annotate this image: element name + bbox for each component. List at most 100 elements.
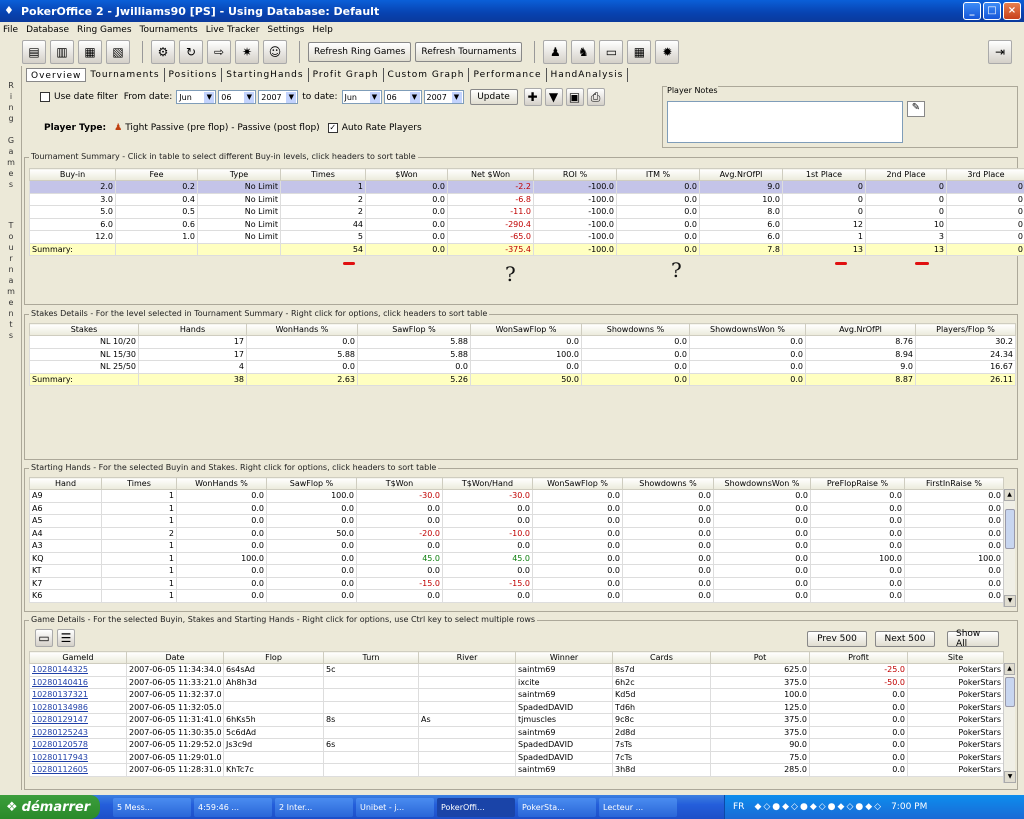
- table-row[interactable]: K7 1 0.0 0.0 -15.0 -15.0 0.0 0.0 0.0 0.0 0.0: [29, 576, 1004, 590]
- tournament-col-header[interactable]: 3rd Place: [946, 168, 1024, 181]
- taskbar-item-unibet[interactable]: Unibet - j...: [356, 797, 434, 817]
- stakes-table[interactable]: Stakes Hands WonHands % SawFlop % WonSawFlop…: [29, 323, 1016, 386]
- menu-database[interactable]: Database: [26, 25, 69, 35]
- table-row[interactable]: NL 15/30 17 5.88 5.88 100.0 0.0 0.0 8.94 24.34: [29, 347, 1016, 361]
- table-row[interactable]: KQ 1 100.0 0.0 45.0 45.0 0.0 0.0 0.0 100.0 100.0: [29, 551, 1004, 565]
- hands-col-header[interactable]: Hand: [29, 477, 102, 490]
- table-row[interactable]: 10280117943 2007-06-05 11:29:01.0 SpadedDA…: [29, 750, 1004, 764]
- menu-tournaments[interactable]: Tournaments: [140, 25, 198, 35]
- tournament-col-header[interactable]: 2nd Place: [865, 168, 947, 181]
- tab-tournaments[interactable]: Tournaments: [86, 68, 165, 82]
- vtab-tournaments[interactable]: T o u r n a m e n t s: [2, 220, 20, 341]
- maximize-button[interactable]: □: [983, 2, 1001, 20]
- from-month-select[interactable]: Jun: [176, 90, 217, 104]
- tournament-col-header[interactable]: ROI %: [533, 168, 617, 181]
- table-row[interactable]: 5.0 0.5 No Limit 2 0.0 -11.0 -100.0 0.0 8.0 0 0 0: [29, 205, 1024, 219]
- tournament-col-header[interactable]: $Won: [365, 168, 448, 181]
- tournament-col-header[interactable]: Times: [280, 168, 366, 181]
- database-green-icon[interactable]: ▦: [78, 40, 102, 64]
- table-row[interactable]: 10280137321 2007-06-05 11:32:37.0 saintm69…: [29, 688, 1004, 702]
- export-icon[interactable]: ▣: [565, 88, 584, 106]
- player-notes-textarea[interactable]: [667, 101, 903, 143]
- filter-icon[interactable]: ▼: [544, 88, 563, 106]
- stakes-col-header[interactable]: Players/Flop %: [915, 323, 1016, 336]
- taskbar-item-pokeroffice[interactable]: PokerOffi...: [437, 797, 515, 817]
- hands-col-header[interactable]: PreFlopRaise %: [810, 477, 905, 490]
- hands-col-header[interactable]: T$Won/Hand: [442, 477, 533, 490]
- hands-col-header[interactable]: Showdowns %: [622, 477, 714, 490]
- hands-col-header[interactable]: SawFlop %: [266, 477, 357, 490]
- starting-hands-table[interactable]: Hand Times WonHands % SawFlop % T$Won T$Won/H…: [29, 477, 1004, 603]
- monitor-icon[interactable]: ▭: [35, 629, 53, 647]
- summary-row[interactable]: Summary: 38 2.63 5.26 50.0 0.0 0.0 8.87 26.11: [29, 372, 1016, 386]
- games-col-header[interactable]: Winner: [515, 651, 613, 664]
- games-col-header[interactable]: Pot: [710, 651, 810, 664]
- hands-col-header[interactable]: Times: [101, 477, 177, 490]
- taskbar-item-lecteur[interactable]: Lecteur ...: [599, 797, 677, 817]
- database-icon[interactable]: ▤: [22, 40, 46, 64]
- tools-icon[interactable]: ✷: [235, 40, 259, 64]
- stakes-col-header[interactable]: Avg.NrOfPl: [805, 323, 916, 336]
- table-row[interactable]: A6 1 0.0 0.0 0.0 0.0 0.0 0.0 0.0 0.0 0.0: [29, 501, 1004, 515]
- list-icon[interactable]: ☰: [57, 629, 75, 647]
- language-indicator[interactable]: FR: [733, 802, 744, 812]
- print-icon[interactable]: ⎙: [586, 88, 605, 106]
- from-day-select[interactable]: 06: [218, 90, 257, 104]
- refresh-tournaments-button[interactable]: Refresh Tournaments: [415, 42, 523, 62]
- tournament-table[interactable]: Buy-in Fee Type Times $Won Net $Won ROI % ITM %…: [29, 168, 1024, 256]
- database-red-icon[interactable]: ▥: [50, 40, 74, 64]
- stakes-col-header[interactable]: Hands: [138, 323, 247, 336]
- vtab-ring-games[interactable]: R i n g G a m e s: [2, 80, 20, 190]
- game-id-link[interactable]: 10280134986: [29, 700, 127, 714]
- table-row[interactable]: 3.0 0.4 No Limit 2 0.0 -6.8 -100.0 0.0 10.0 0 0 0: [29, 192, 1024, 206]
- tab-profit-graph[interactable]: Profit Graph: [309, 68, 384, 82]
- table-row[interactable]: A5 1 0.0 0.0 0.0 0.0 0.0 0.0 0.0 0.0 0.0: [29, 514, 1004, 528]
- table-row[interactable]: A3 1 0.0 0.0 0.0 0.0 0.0 0.0 0.0 0.0 0.0: [29, 539, 1004, 553]
- tournament-col-header[interactable]: Buy-in: [29, 168, 116, 181]
- taskbar-item-timer[interactable]: 4:59:46 ...: [194, 797, 272, 817]
- tournament-col-header[interactable]: Type: [197, 168, 281, 181]
- menu-ring-games[interactable]: Ring Games: [77, 25, 132, 35]
- table-row[interactable]: 2.0 0.2 No Limit 1 0.0 -2.2 -100.0 0.0 9.0 0 0 0: [29, 180, 1024, 194]
- window-icon[interactable]: ▭: [599, 40, 624, 64]
- game-id-link[interactable]: 10280129147: [29, 713, 127, 727]
- hands-col-header[interactable]: ShowdownsWon %: [713, 477, 811, 490]
- scroll-down-icon[interactable]: ▼: [1004, 595, 1016, 607]
- game-details-scrollbar[interactable]: ▲ ▼: [1003, 663, 1016, 783]
- scroll-thumb[interactable]: [1005, 677, 1015, 707]
- table-row[interactable]: NL 10/20 17 0.0 5.88 0.0 0.0 0.0 8.76 30.2: [29, 335, 1016, 349]
- stakes-col-header[interactable]: Showdowns %: [581, 323, 690, 336]
- add-filter-icon[interactable]: ✚: [523, 88, 542, 106]
- menu-file[interactable]: File: [3, 25, 18, 35]
- to-year-select[interactable]: 2007: [423, 90, 464, 104]
- table-row[interactable]: K6 1 0.0 0.0 0.0 0.0 0.0 0.0 0.0 0.0 0.0: [29, 589, 1004, 603]
- table-row[interactable]: 10280140416 2007-06-05 11:33:21.0 Ah8h3d ix…: [29, 675, 1004, 689]
- tournament-col-header[interactable]: Avg.NrOfPl: [699, 168, 783, 181]
- table-row[interactable]: KT 1 0.0 0.0 0.0 0.0 0.0 0.0 0.0 0.0 0.0: [29, 564, 1004, 578]
- to-month-select[interactable]: Jun: [341, 90, 382, 104]
- update-button[interactable]: Update: [469, 89, 518, 105]
- games-col-header[interactable]: Flop: [223, 651, 324, 664]
- menu-help[interactable]: Help: [312, 25, 333, 35]
- game-details-table[interactable]: GameId Date Flop Turn River Winner Cards Pot Pro…: [29, 651, 1004, 777]
- close-button[interactable]: ×: [1003, 2, 1021, 20]
- refresh-ring-games-button[interactable]: Refresh Ring Games: [308, 42, 412, 62]
- tournament-col-header[interactable]: Net $Won: [447, 168, 534, 181]
- table-row[interactable]: 12.0 1.0 No Limit 5 0.0 -65.0 -100.0 0.0 6.0 1 3 0: [29, 230, 1024, 244]
- hands-col-header[interactable]: FirstInRaise %: [904, 477, 1004, 490]
- table-row[interactable]: 10280144325 2007-06-05 11:34:34.0 6s4sAd 5c…: [29, 663, 1004, 677]
- refresh-icon[interactable]: ↻: [179, 40, 203, 64]
- tab-starting-hands[interactable]: StartingHands: [222, 68, 309, 82]
- stakes-col-header[interactable]: WonHands %: [246, 323, 358, 336]
- tab-overview[interactable]: Overview: [26, 68, 87, 82]
- tab-positions[interactable]: Positions: [165, 68, 223, 82]
- tournament-col-header[interactable]: Fee: [115, 168, 198, 181]
- edit-notes-icon[interactable]: ✎: [907, 101, 925, 117]
- table-row[interactable]: A9 1 0.0 100.0 -30.0 -30.0 0.0 0.0 0.0 0.0 0.0: [29, 489, 1004, 503]
- games-col-header[interactable]: Profit: [809, 651, 908, 664]
- game-id-link[interactable]: 10280112605: [29, 763, 127, 777]
- game-id-link[interactable]: 10280144325: [29, 663, 127, 677]
- menu-live-tracker[interactable]: Live Tracker: [206, 25, 260, 35]
- starting-hands-scrollbar[interactable]: ▲ ▼: [1003, 489, 1016, 607]
- stakes-col-header[interactable]: ShowdownsWon %: [689, 323, 806, 336]
